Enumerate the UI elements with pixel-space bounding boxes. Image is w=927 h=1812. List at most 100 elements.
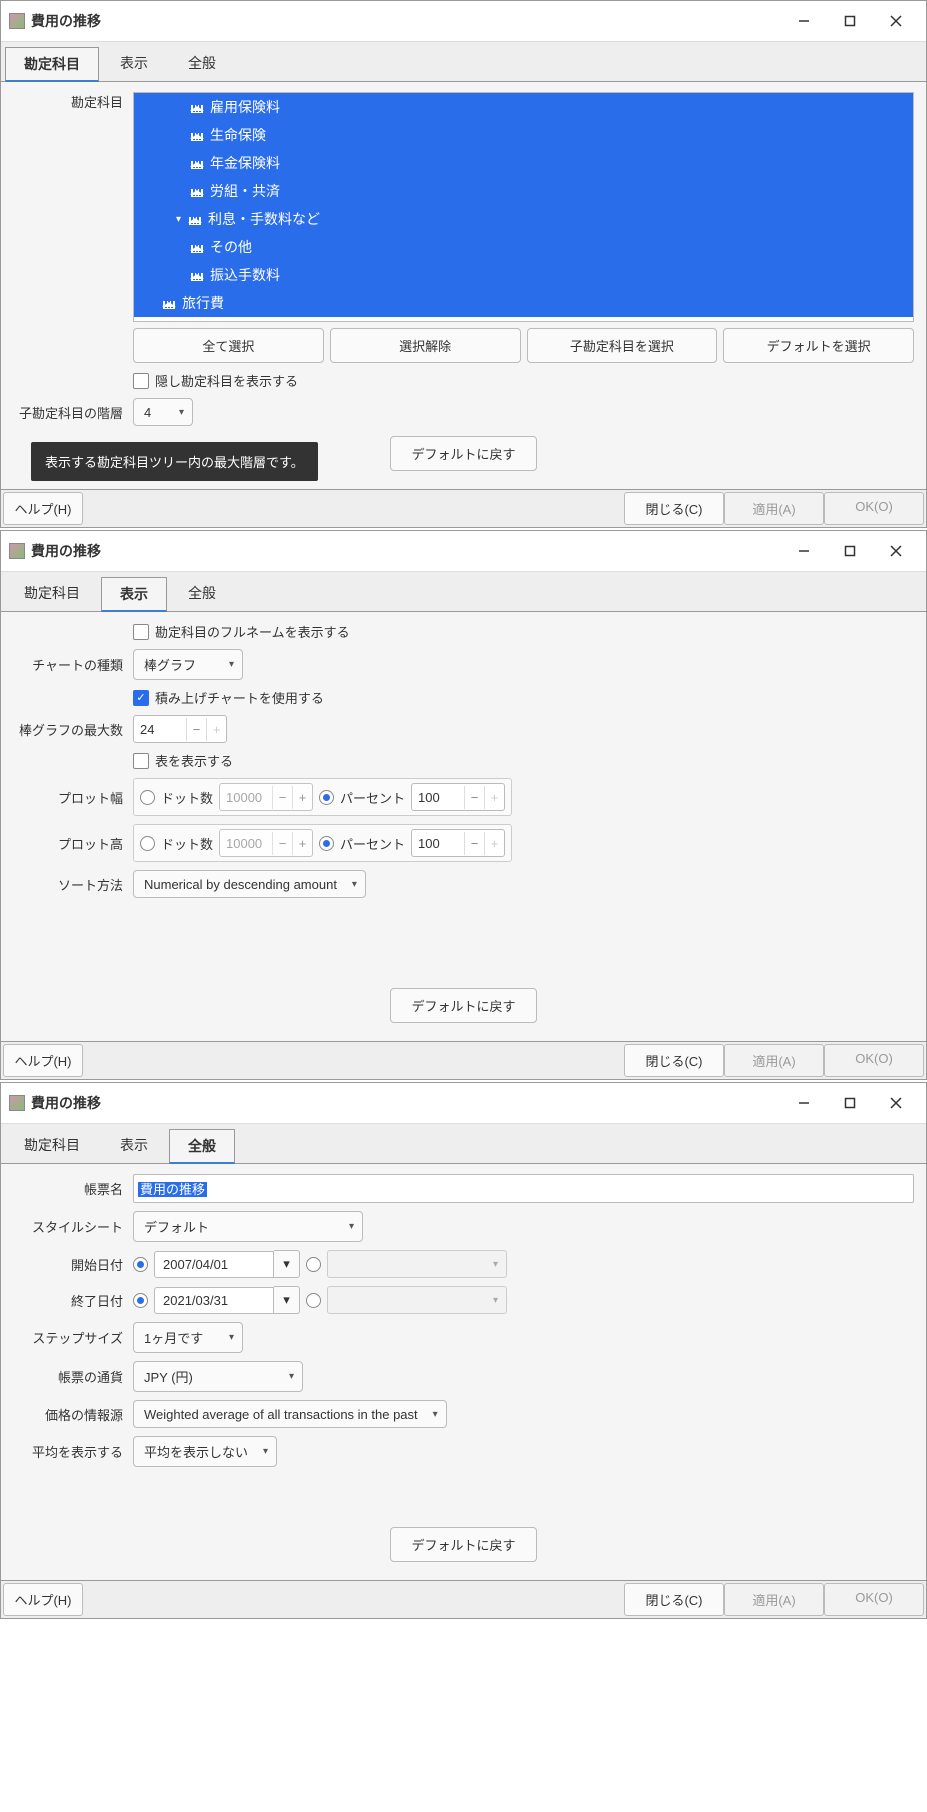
max-bars-spinner[interactable]: 24 − + — [133, 715, 227, 743]
tree-item[interactable]: 振込手数料 — [134, 261, 913, 289]
end-date-relative-radio[interactable] — [306, 1293, 321, 1308]
window-display: 費用の推移 勘定科目 表示 全般 勘定科目のフルネームを表示する チャートの種類… — [0, 530, 927, 1080]
reset-defaults-button[interactable]: デフォルトに戻す — [390, 436, 536, 471]
depth-select[interactable]: 4 — [133, 398, 193, 426]
apply-button[interactable]: 適用(A) — [724, 492, 824, 525]
reset-defaults-button[interactable]: デフォルトに戻す — [390, 1527, 536, 1562]
app-icon — [9, 13, 25, 29]
maximize-button[interactable] — [828, 7, 872, 35]
increment-button[interactable]: + — [484, 786, 504, 809]
tree-item[interactable]: ▸負債 — [134, 317, 913, 322]
width-percent-spinner[interactable]: 100−+ — [411, 783, 505, 811]
tree-item[interactable]: 年金保険料 — [134, 149, 913, 177]
start-date-absolute-radio[interactable] — [133, 1257, 148, 1272]
show-hidden-label: 隠し勘定科目を表示する — [155, 371, 298, 390]
account-icon — [190, 157, 204, 169]
width-percent-radio[interactable] — [319, 790, 334, 805]
currency-select[interactable]: JPY (円) — [133, 1361, 303, 1392]
close-button[interactable] — [874, 1089, 918, 1117]
minimize-button[interactable] — [782, 7, 826, 35]
ok-button[interactable]: OK(O) — [824, 1583, 924, 1616]
start-date-relative-radio[interactable] — [306, 1257, 321, 1272]
tab-display[interactable]: 表示 — [101, 577, 167, 612]
help-button[interactable]: ヘルプ(H) — [3, 1583, 83, 1616]
show-table-checkbox[interactable] — [133, 753, 149, 769]
start-date-picker-button[interactable]: ▾ — [274, 1250, 300, 1278]
close-dialog-button[interactable]: 閉じる(C) — [624, 1583, 724, 1616]
minimize-button[interactable] — [782, 537, 826, 565]
ok-button[interactable]: OK(O) — [824, 1044, 924, 1077]
dialog-footer: ヘルプ(H) 閉じる(C) 適用(A) OK(O) — [1, 489, 926, 527]
stacked-checkbox[interactable]: ✓ — [133, 690, 149, 706]
chart-type-select[interactable]: 棒グラフ — [133, 649, 243, 680]
apply-button[interactable]: 適用(A) — [724, 1583, 824, 1616]
maximize-button[interactable] — [828, 537, 872, 565]
titlebar: 費用の推移 — [1, 1, 926, 42]
reset-defaults-button[interactable]: デフォルトに戻す — [390, 988, 536, 1023]
increment-button[interactable]: + — [206, 718, 226, 741]
minimize-button[interactable] — [782, 1089, 826, 1117]
account-tree[interactable]: 雇用保険料 生命保険 年金保険料 労組・共済 ▾利息・手数料など その他 振込手… — [133, 92, 914, 322]
price-source-select[interactable]: Weighted average of all transactions in … — [133, 1400, 447, 1428]
sort-label: ソート方法 — [13, 875, 133, 894]
close-dialog-button[interactable]: 閉じる(C) — [624, 1044, 724, 1077]
close-button[interactable] — [874, 7, 918, 35]
tree-item[interactable]: 旅行費 — [134, 289, 913, 317]
max-bars-label: 棒グラフの最大数 — [13, 720, 133, 739]
height-dots-radio[interactable] — [140, 836, 155, 851]
clear-all-button[interactable]: 選択解除 — [330, 328, 521, 363]
tab-general[interactable]: 全般 — [169, 46, 235, 81]
decrement-button[interactable]: − — [186, 718, 206, 741]
width-dots-radio[interactable] — [140, 790, 155, 805]
tree-item[interactable]: その他 — [134, 233, 913, 261]
end-date-picker-button[interactable]: ▾ — [274, 1286, 300, 1314]
end-date-absolute-radio[interactable] — [133, 1293, 148, 1308]
tab-accounts[interactable]: 勘定科目 — [5, 47, 99, 82]
tab-display[interactable]: 表示 — [101, 46, 167, 81]
select-all-button[interactable]: 全て選択 — [133, 328, 324, 363]
account-icon — [190, 241, 204, 253]
account-icon — [190, 185, 204, 197]
width-dots-spinner: 10000−+ — [219, 783, 313, 811]
height-percent-radio[interactable] — [319, 836, 334, 851]
tab-accounts[interactable]: 勘定科目 — [5, 1128, 99, 1163]
increment-button[interactable]: + — [484, 832, 504, 855]
tab-bar: 勘定科目 表示 全般 — [1, 42, 926, 82]
chart-type-label: チャートの種類 — [13, 655, 133, 674]
help-button[interactable]: ヘルプ(H) — [3, 492, 83, 525]
ok-button[interactable]: OK(O) — [824, 492, 924, 525]
close-dialog-button[interactable]: 閉じる(C) — [624, 492, 724, 525]
titlebar: 費用の推移 — [1, 1083, 926, 1124]
select-children-button[interactable]: 子勘定科目を選択 — [527, 328, 718, 363]
decrement-button[interactable]: − — [464, 832, 484, 855]
tree-item[interactable]: 雇用保険料 — [134, 93, 913, 121]
tab-general[interactable]: 全般 — [169, 576, 235, 611]
apply-button[interactable]: 適用(A) — [724, 1044, 824, 1077]
tree-item[interactable]: 生命保険 — [134, 121, 913, 149]
report-name-input[interactable]: 費用の推移 — [133, 1174, 914, 1203]
decrement-button[interactable]: − — [464, 786, 484, 809]
select-default-button[interactable]: デフォルトを選択 — [723, 328, 914, 363]
tooltip: 表示する勘定科目ツリー内の最大階層です。 — [31, 442, 318, 481]
maximize-button[interactable] — [828, 1089, 872, 1117]
tab-display[interactable]: 表示 — [101, 1128, 167, 1163]
help-button[interactable]: ヘルプ(H) — [3, 1044, 83, 1077]
tree-item[interactable]: ▾利息・手数料など — [134, 205, 913, 233]
show-hidden-checkbox[interactable] — [133, 373, 149, 389]
step-size-select[interactable]: 1ヶ月です — [133, 1322, 243, 1353]
start-date-input[interactable]: 2007/04/01 — [154, 1251, 274, 1278]
sort-select[interactable]: Numerical by descending amount — [133, 870, 366, 898]
dialog-footer: ヘルプ(H) 閉じる(C) 適用(A) OK(O) — [1, 1041, 926, 1079]
tab-general[interactable]: 全般 — [169, 1129, 235, 1164]
tab-accounts[interactable]: 勘定科目 — [5, 576, 99, 611]
close-button[interactable] — [874, 537, 918, 565]
fullname-checkbox[interactable] — [133, 624, 149, 640]
height-percent-spinner[interactable]: 100−+ — [411, 829, 505, 857]
stylesheet-select[interactable]: デフォルト — [133, 1211, 363, 1242]
show-avg-select[interactable]: 平均を表示しない — [133, 1436, 277, 1467]
collapse-icon[interactable]: ▾ — [176, 214, 188, 225]
tree-item[interactable]: 労組・共済 — [134, 177, 913, 205]
show-table-label: 表を表示する — [155, 751, 233, 770]
account-icon — [190, 129, 204, 141]
end-date-input[interactable]: 2021/03/31 — [154, 1287, 274, 1314]
